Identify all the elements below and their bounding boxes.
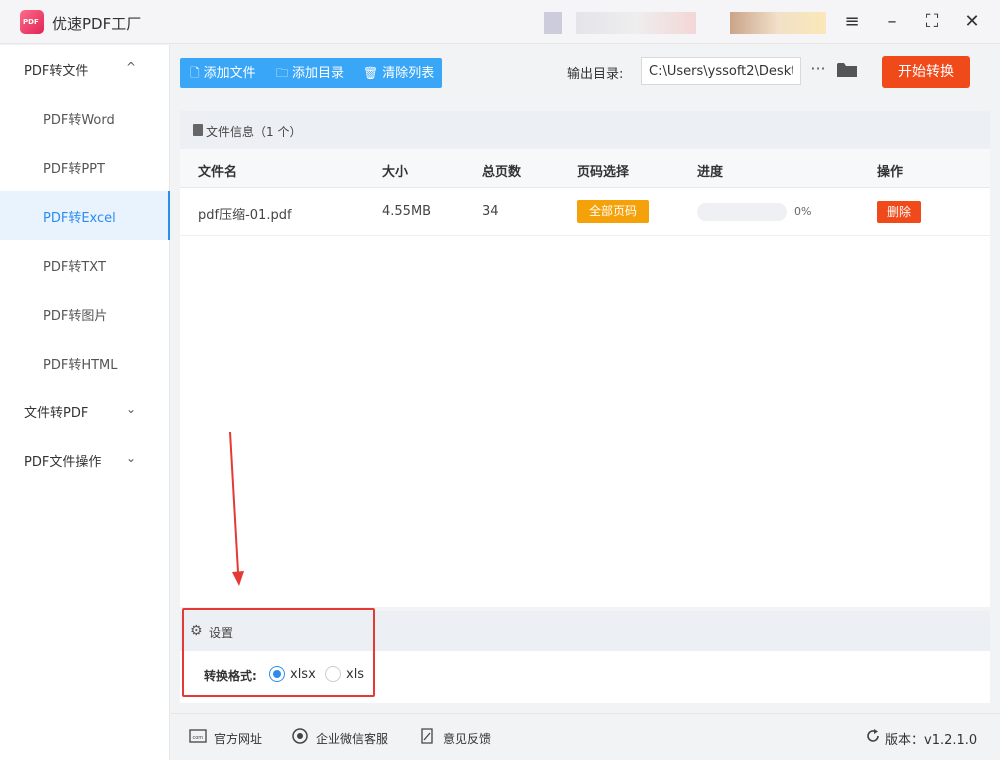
column-header-page-select: 页码选择 <box>577 165 630 180</box>
clear-list-button[interactable]: 🗑 清除列表 <box>363 58 434 88</box>
delete-button[interactable]: 删除 <box>877 201 921 223</box>
sidebar-item-pdf-to-word[interactable]: PDF转Word <box>0 93 170 142</box>
website-icon: com <box>189 729 207 743</box>
page-select-badge[interactable]: 全部页码 <box>577 200 649 223</box>
file-size: 4.55MB <box>382 204 432 219</box>
sidebar-item-pdf-to-image[interactable]: PDF转图片 <box>0 289 170 338</box>
feedback-link[interactable]: 意见反馈 <box>443 730 491 747</box>
wechat-service-link[interactable]: 企业微信客服 <box>316 730 388 747</box>
file-button-group: 🗋 添加文件 🗀 添加目录 🗑 清除列表 <box>180 58 442 88</box>
refresh-icon[interactable] <box>865 728 881 744</box>
trash-icon: 🗑 <box>363 66 379 80</box>
column-header-pages: 总页数 <box>482 165 522 180</box>
document-icon <box>193 124 203 136</box>
progress-percent: 0% <box>794 205 812 218</box>
minimize-icon[interactable]: – <box>880 10 904 34</box>
close-icon[interactable]: ✕ <box>960 10 984 34</box>
open-folder-icon[interactable] <box>837 62 857 78</box>
radio-xlsx-label[interactable]: xlsx <box>290 667 316 682</box>
settings-panel: ⚙ 设置 转换格式: xlsx xls <box>180 611 990 703</box>
sidebar: PDF转文件 ^ PDF转Word PDF转PPT PDF转Excel PDF转… <box>0 45 170 760</box>
sidebar-item-pdf-to-ppt[interactable]: PDF转PPT <box>0 142 170 191</box>
add-folder-button[interactable]: 🗀 添加目录 <box>276 58 344 88</box>
sidebar-item-pdf-to-html[interactable]: PDF转HTML <box>0 338 170 387</box>
column-header-name: 文件名 <box>198 165 238 180</box>
output-dir-label: 输出目录: <box>567 67 624 82</box>
start-convert-button[interactable]: 开始转换 <box>882 56 970 88</box>
footer: com 官方网址 企业微信客服 意见反馈 版本：v1.2.1.0 <box>171 713 1000 760</box>
blurred-username <box>576 12 696 34</box>
file-name: pdf压缩-01.pdf <box>198 208 292 223</box>
output-dir-input[interactable] <box>641 57 801 85</box>
app-title: 优速PDF工厂 <box>52 15 142 33</box>
version-text: 版本：v1.2.1.0 <box>885 733 978 748</box>
column-header-size: 大小 <box>382 165 409 180</box>
table-row[interactable]: pdf压缩-01.pdf 4.55MB 34 全部页码 0% 删除 <box>180 188 990 236</box>
radio-xls-label[interactable]: xls <box>346 667 364 682</box>
avatar[interactable] <box>544 12 562 34</box>
gear-icon: ⚙ <box>190 623 203 639</box>
chevron-down-icon: ⌄ <box>126 451 137 465</box>
feedback-icon <box>421 728 433 744</box>
column-header-progress: 进度 <box>697 165 724 180</box>
app-logo-icon <box>20 10 44 34</box>
file-info-header: 文件信息（1 个） <box>180 111 990 149</box>
progress-bar <box>697 203 787 221</box>
chevron-up-icon: ^ <box>126 60 137 74</box>
wechat-service-icon <box>292 728 308 744</box>
browse-more-button[interactable]: ··· <box>807 58 829 82</box>
file-list-panel: 文件信息（1 个） 文件名 大小 总页数 页码选择 进度 操作 pdf压缩-01… <box>180 111 990 607</box>
file-pages: 34 <box>482 204 499 219</box>
table-header: 文件名 大小 总页数 页码选择 进度 操作 <box>180 149 990 188</box>
menu-icon[interactable]: ≡ <box>840 10 864 34</box>
folder-outline-icon: 🗀 <box>276 66 289 80</box>
sidebar-item-pdf-to-excel[interactable]: PDF转Excel <box>0 191 170 240</box>
sidebar-group-pdf-operations[interactable]: PDF文件操作 ⌄ <box>0 436 170 484</box>
sidebar-group-file-to-pdf[interactable]: 文件转PDF ⌄ <box>0 387 170 435</box>
website-link[interactable]: 官方网址 <box>214 730 262 747</box>
title-bar: 优速PDF工厂 ≡ – ⛶ ✕ <box>0 0 1000 44</box>
settings-header: ⚙ 设置 <box>180 611 990 651</box>
file-icon: 🗋 <box>190 66 200 80</box>
radio-xls[interactable] <box>325 666 341 682</box>
radio-xlsx[interactable] <box>269 666 285 682</box>
toolbar: 🗋添加文件 🗀添加目录 🗑清除列表 输出目录: ··· 开始转换 <box>171 45 1000 101</box>
format-label: 转换格式: <box>204 669 257 683</box>
blurred-vip-badge <box>730 12 826 34</box>
column-header-action: 操作 <box>877 165 904 180</box>
account-area[interactable] <box>540 12 830 34</box>
sidebar-group-pdf-to-file[interactable]: PDF转文件 ^ <box>0 45 170 93</box>
chevron-down-icon: ⌄ <box>126 402 137 416</box>
sidebar-item-pdf-to-txt[interactable]: PDF转TXT <box>0 240 170 289</box>
svg-text:com: com <box>193 735 204 741</box>
add-file-button[interactable]: 🗋 添加文件 <box>190 58 256 88</box>
maximize-icon[interactable]: ⛶ <box>920 10 944 34</box>
